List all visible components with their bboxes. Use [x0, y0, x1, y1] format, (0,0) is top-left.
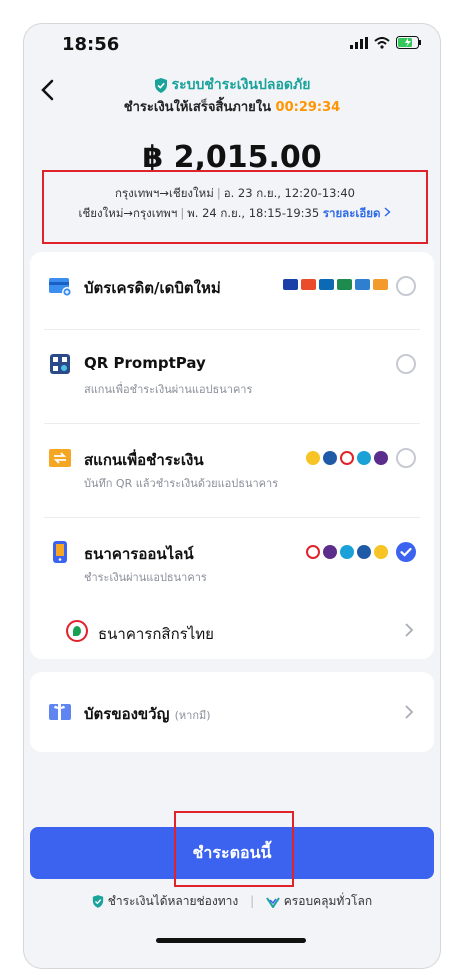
status-bar: 18:56	[24, 24, 440, 64]
return-route: เชียงใหม่→กรุงเทพฯ	[78, 206, 178, 220]
outbound-route: กรุงเทพฯ→เชียงใหม่	[115, 186, 214, 200]
scan-pay-title: สแกนเพื่อชำระเงิน	[84, 451, 204, 469]
qr-code-icon	[50, 354, 70, 374]
online-banking-subtitle: ชำระเงินผ่านแอปธนาคาร	[84, 571, 207, 584]
selected-bank-row[interactable]: ธนาคารกสิกรไทย	[44, 606, 420, 658]
gift-card-option[interactable]: บัตรของขวัญ (หากมี)	[44, 672, 420, 752]
jcb-logo-icon	[337, 279, 352, 290]
credit-card-title: บัตรเครดิต/เดบิตใหม่	[84, 279, 221, 297]
amex-logo-icon	[319, 279, 334, 290]
gift-icon	[49, 704, 71, 720]
globe-check-icon	[266, 896, 280, 909]
return-time: พ. 24 ก.ย., 18:15-19:35	[187, 206, 320, 220]
chevron-right-icon	[384, 207, 392, 217]
footer-left-text: ชำระเงินได้หลายช่องทาง	[107, 894, 239, 908]
gift-card-label: บัตรของขวัญ	[84, 705, 170, 723]
gift-card-section[interactable]: บัตรของขวัญ (หากมี)	[30, 672, 434, 752]
online-bank-logos	[306, 545, 388, 559]
selected-bank-name: ธนาคารกสิกรไทย	[98, 625, 214, 643]
phone-screen: 18:56 ระบบชำระเงินปลอดภัย ชำระเงินให้เสร…	[24, 24, 440, 968]
countdown-timer: 00:29:34	[275, 100, 341, 115]
secure-text: ระบบชำระเงินปลอดภัย	[171, 77, 311, 93]
shield-check-icon	[92, 895, 104, 908]
promptpay-title: QR PromptPay	[84, 354, 206, 372]
promptpay-subtitle: สแกนเพื่อชำระเงินผ่านแอปธนาคาร	[84, 383, 253, 396]
return-flight: เชียงใหม่→กรุงเทพฯ | พ. 24 ก.ย., 18:15-19:…	[44, 203, 426, 223]
flight-summary-box: กรุงเทพฯ→เชียงใหม่ | อ. 23 ก.ย., 12:20-13:…	[42, 170, 428, 244]
online-banking-radio[interactable]	[396, 542, 416, 562]
credit-card-radio[interactable]	[396, 276, 416, 296]
secure-payment-label: ระบบชำระเงินปลอดภัย	[24, 74, 440, 96]
checkmark-icon	[400, 547, 412, 557]
card-brand-logos	[283, 279, 388, 290]
visa-logo-icon	[283, 279, 298, 290]
krungthai-logo-icon	[357, 545, 371, 559]
promptpay-radio[interactable]	[396, 354, 416, 374]
outbound-flight: กรุงเทพฯ→เชียงใหม่ | อ. 23 ก.ย., 12:20-13:…	[115, 186, 355, 200]
scb-logo-icon	[374, 451, 388, 465]
payment-option-online-banking[interactable]: ธนาคารออนไลน์ ชำระเงินผ่านแอปธนาคาร	[44, 518, 420, 606]
status-time: 18:56	[62, 34, 120, 55]
payment-deadline: ชำระเงินให้เสร็จสิ้นภายใน 00:29:34	[24, 96, 440, 117]
kasikorn-logo-icon	[66, 620, 88, 642]
kasikorn-logo-icon	[340, 451, 354, 465]
krungsri-logo-icon	[374, 545, 388, 559]
krungsri-logo-icon	[306, 451, 320, 465]
scan-pay-radio[interactable]	[396, 448, 416, 468]
scan-pay-subtitle: บันทึก QR แล้วชำระเงินด้วยแอปธนาคาร	[84, 477, 279, 490]
payment-option-promptpay[interactable]: QR PromptPay สแกนเพื่อชำระเงินผ่านแอปธนา…	[44, 330, 420, 424]
scan-pay-icon	[49, 449, 71, 467]
discover-logo-icon	[373, 279, 388, 290]
chevron-right-icon	[405, 705, 414, 719]
scb-logo-icon	[323, 545, 337, 559]
footer-badges: ชำระเงินได้หลายช่องทาง | ครอบคลุมทั่วโลก	[24, 892, 440, 911]
mastercard-logo-icon	[301, 279, 316, 290]
credit-card-icon	[49, 278, 72, 297]
unionpay-logo-icon	[355, 279, 370, 290]
footer-right-text: ครอบคลุมทั่วโลก	[283, 894, 373, 908]
payment-methods-card: บัตรเครดิต/เดบิตใหม่ QR PromptPay สแกนเพ…	[30, 252, 434, 659]
signal-icon	[350, 36, 368, 49]
deadline-prefix: ชำระเงินให้เสร็จสิ้นภายใน	[123, 100, 271, 115]
ttb-logo-icon	[340, 545, 354, 559]
wifi-icon	[374, 36, 390, 49]
scan-bank-logos	[306, 451, 388, 465]
chevron-right-icon	[405, 623, 414, 637]
kasikorn-logo-icon	[306, 545, 320, 559]
details-link[interactable]: รายละเอียด	[323, 206, 392, 220]
outbound-time: อ. 23 ก.ย., 12:20-13:40	[223, 186, 355, 200]
status-icons	[350, 36, 422, 49]
krungthai-logo-icon	[323, 451, 337, 465]
gift-card-title: บัตรของขวัญ (หากมี)	[84, 702, 211, 726]
battery-charging-icon	[396, 36, 421, 49]
home-indicator	[156, 938, 306, 943]
highlight-box	[174, 811, 294, 887]
details-label: รายละเอียด	[322, 206, 381, 220]
mobile-banking-icon	[53, 541, 67, 563]
payment-option-scan-to-pay[interactable]: สแกนเพื่อชำระเงิน บันทึก QR แล้วชำระเงิน…	[44, 424, 420, 518]
payment-option-credit-card[interactable]: บัตรเครดิต/เดบิตใหม่	[44, 252, 420, 330]
gift-card-hint: (หากมี)	[174, 709, 211, 722]
ttb-logo-icon	[357, 451, 371, 465]
shield-check-icon	[154, 77, 167, 93]
online-banking-title: ธนาคารออนไลน์	[84, 545, 194, 563]
